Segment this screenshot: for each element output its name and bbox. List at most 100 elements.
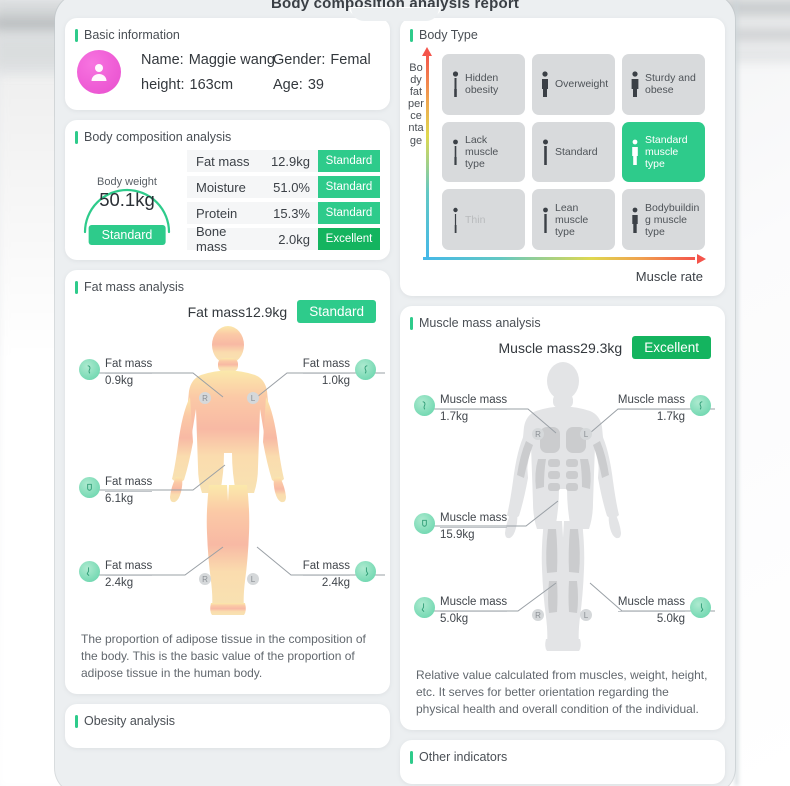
obesity-analysis-card: Obesity analysis	[65, 704, 390, 748]
fat-mass-summary-row: Fat mass12.9kg Standard	[75, 300, 380, 325]
arm-icon	[355, 359, 376, 380]
cell-label: Bodybuilding muscle type	[645, 201, 700, 238]
table-row: Fat mass 12.9kg Standard	[187, 150, 380, 172]
name-label: Name:	[141, 51, 184, 68]
tag-text: Fat mass 6.1kg	[105, 475, 153, 507]
y-axis-line	[426, 54, 429, 258]
status-badge: Standard	[318, 176, 380, 198]
arm-icon	[79, 359, 100, 380]
thin-person-icon	[449, 207, 461, 233]
arm-icon	[414, 395, 435, 416]
muscle-mass-title: Muscle mass analysis	[419, 316, 541, 330]
fat-mass-title: Fat mass analysis	[84, 280, 185, 294]
metric-name: Fat mass	[187, 150, 258, 172]
fat-tag-right-arm: Fat mass 0.9kg	[79, 357, 153, 389]
fat-mass-description: The proportion of adipose tissue in the …	[81, 632, 366, 680]
cell-label: Overweight	[555, 78, 609, 91]
gender-label: Gender:	[273, 51, 326, 68]
body-type-title: Body Type	[419, 28, 478, 42]
body-composition-card: Body composition analysis Body weight 50…	[65, 120, 390, 260]
body-composition-table: Fat mass 12.9kg Standard Moisture 51.0% …	[187, 150, 380, 254]
tag-value: 5.0kg	[440, 613, 469, 625]
right-column: Body Type Body fat percentage Muscle rat…	[400, 18, 725, 784]
body-type-cell-standard-muscle[interactable]: Standard muscle type	[622, 121, 705, 183]
tag-label: Muscle mass	[440, 595, 508, 612]
right-side-marker: R	[199, 392, 211, 404]
cell-label: Thin	[465, 213, 486, 226]
basic-information-fields: Name: Maggie wang Gender: Femal height: …	[129, 52, 380, 93]
tag-label: Fat mass	[302, 559, 350, 576]
gender-field: Gender: Femal	[273, 52, 371, 68]
tag-value: 1.7kg	[656, 411, 685, 423]
age-label: Age:	[273, 76, 303, 93]
muscle-mass-total: Muscle mass29.3kg	[498, 339, 623, 356]
body-type-cell-bodybuilding-muscle[interactable]: Bodybuilding muscle type	[622, 189, 705, 250]
body-type-cell-lean-muscle[interactable]: Lean muscle type	[532, 189, 615, 250]
fat-mass-status-badge: Standard	[297, 300, 376, 323]
tag-value: 2.4kg	[321, 577, 350, 589]
background-glass-edge	[735, 0, 738, 786]
muscle-tag-right-leg: Muscle mass 5.0kg	[414, 595, 508, 627]
tag-value: 2.4kg	[105, 577, 134, 589]
gauge-label: Body weight	[97, 176, 157, 188]
person-avatar-icon	[91, 64, 107, 81]
trunk-icon	[79, 477, 100, 498]
body-type-cell-overweight[interactable]: Overweight	[532, 54, 615, 115]
tag-text: Muscle mass 1.7kg	[617, 393, 685, 425]
status-badge: Standard	[318, 150, 380, 172]
card-header: Muscle mass analysis	[410, 316, 715, 330]
tag-text: Fat mass 2.4kg	[105, 559, 153, 591]
body-type-cell-hidden-obesity[interactable]: Hidden obesity	[442, 54, 525, 115]
tag-label: Muscle mass	[440, 511, 508, 528]
left-side-marker: L	[580, 428, 592, 440]
gauge-value: 50.1kg	[99, 189, 155, 210]
report-scroll-area[interactable]: Basic information Name: Maggie wang Gend…	[55, 12, 735, 786]
other-indicators-title: Other indicators	[419, 750, 508, 764]
muscular-person-icon	[629, 139, 641, 165]
tag-text: Muscle mass 5.0kg	[440, 595, 508, 627]
tag-label: Muscle mass	[440, 393, 508, 410]
muscular-person-icon	[629, 207, 641, 233]
card-header: Obesity analysis	[75, 714, 380, 728]
tag-value: 1.7kg	[440, 411, 469, 423]
x-axis-line	[423, 257, 695, 260]
fat-mass-analysis-card: Fat mass analysis Fat mass12.9kg Standar…	[65, 270, 390, 694]
tag-text: Fat mass 2.4kg	[302, 559, 350, 591]
right-side-marker: R	[199, 573, 211, 585]
table-row: Moisture 51.0% Standard	[187, 176, 380, 198]
body-type-cell-thin[interactable]: Thin	[442, 189, 525, 250]
fat-tag-right-leg: Fat mass 2.4kg	[79, 559, 153, 591]
body-type-cell-lack-muscle[interactable]: Lack muscle type	[442, 121, 525, 183]
title-accent-bar	[410, 28, 413, 42]
card-header: Body Type	[410, 28, 715, 42]
body-type-cell-sturdy-obese[interactable]: Sturdy and obese	[622, 54, 705, 115]
metric-value: 15.3%	[258, 202, 318, 224]
other-indicators-card: Other indicators	[400, 740, 725, 784]
cell-label: Lack muscle type	[465, 133, 499, 170]
card-header: Body composition analysis	[75, 130, 380, 144]
muscle-mass-analysis-card: Muscle mass analysis Muscle mass29.3kg E…	[400, 306, 725, 730]
tag-label: Fat mass	[105, 475, 153, 492]
tag-value: 6.1kg	[105, 493, 134, 505]
muscle-mass-figure-area: R L R L Muscle mass 1.7kg Muscle mass 1.…	[410, 361, 715, 661]
leg-icon	[79, 561, 100, 582]
table-row: Protein 15.3% Standard	[187, 202, 380, 224]
cell-label: Standard	[555, 145, 598, 158]
status-badge: Excellent	[318, 228, 380, 250]
height-age-row: height: 163cm Age: 39	[141, 77, 380, 93]
device-notch	[351, 8, 439, 21]
card-header: Other indicators	[410, 750, 715, 764]
medium-person-icon	[539, 207, 551, 233]
title-accent-bar	[75, 130, 78, 144]
height-value: 163cm	[189, 76, 234, 93]
tag-value: 1.0kg	[321, 375, 350, 387]
title-accent-bar	[75, 714, 78, 728]
title-accent-bar	[75, 28, 78, 42]
body-type-cell-standard[interactable]: Standard	[532, 121, 615, 183]
y-axis-label: Body fat percentage	[408, 62, 424, 147]
body-type-chart: Body fat percentage Muscle rate Hidden o…	[408, 47, 715, 286]
gauge-status-badge: Standard	[88, 225, 166, 245]
avatar	[77, 50, 121, 94]
name-gender-row: Name: Maggie wang Gender: Femal	[141, 52, 380, 68]
height-label: height:	[141, 76, 185, 93]
